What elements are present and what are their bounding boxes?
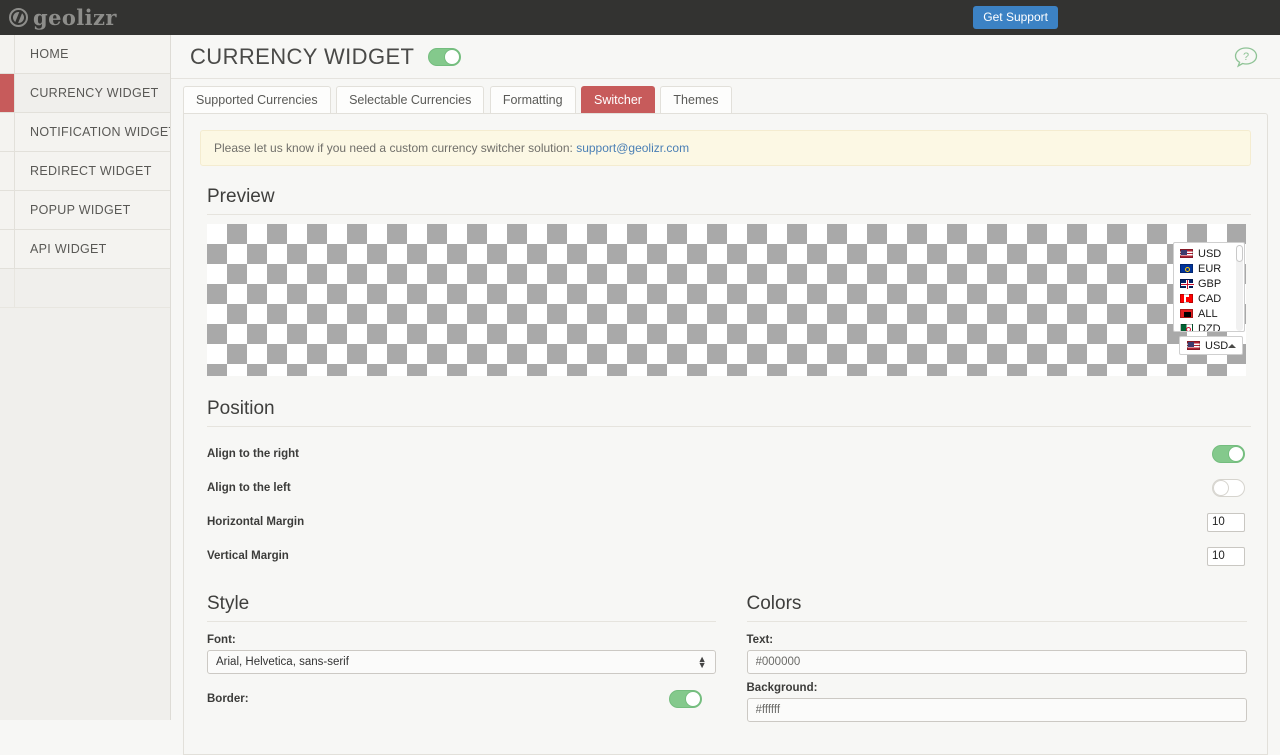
text-color-label: Text: bbox=[746, 634, 774, 646]
currency-code: CAD bbox=[1198, 292, 1222, 305]
sidebar-item-notification-widget[interactable]: NOTIFICATION WIDGET bbox=[0, 113, 170, 152]
currency-code: EUR bbox=[1198, 262, 1222, 275]
flag-icon-eur bbox=[1180, 264, 1193, 273]
flag-icon-usd bbox=[1187, 341, 1200, 350]
tab-switcher[interactable]: Switcher bbox=[581, 86, 655, 113]
sidebar-item-redirect-widget[interactable]: REDIRECT WIDGET bbox=[0, 152, 170, 191]
style-section-title: Style bbox=[207, 593, 716, 622]
support-email-link[interactable]: support@geolizr.com bbox=[576, 141, 689, 155]
position-row-align-left: Align to the left bbox=[207, 471, 1251, 505]
page-title: CURRENCY WIDGET bbox=[190, 43, 415, 69]
caret-up-icon bbox=[1228, 344, 1236, 348]
field-label: Align to the right bbox=[207, 448, 299, 460]
tab-selectable-currencies[interactable]: Selectable Currencies bbox=[336, 86, 485, 113]
toggle-knob bbox=[1228, 446, 1244, 462]
text-color-input[interactable] bbox=[746, 650, 1247, 674]
flag-icon-usd bbox=[1180, 249, 1193, 258]
currency-code: DZD bbox=[1198, 322, 1221, 332]
field-label: Horizontal Margin bbox=[207, 516, 305, 528]
font-select-value: Arial, Helvetica, sans-serif bbox=[216, 656, 349, 668]
notice-text: Please let us know if you need a custom … bbox=[214, 141, 577, 155]
vertical-margin-input[interactable] bbox=[1207, 546, 1245, 566]
border-toggle[interactable] bbox=[668, 689, 702, 708]
style-column: Style Font: Arial, Helvetica, sans-serif… bbox=[200, 579, 726, 722]
flag-icon-dzd bbox=[1180, 324, 1193, 331]
app-logo[interactable]: geolizr bbox=[9, 0, 117, 35]
sidebar-item-label: NOTIFICATION WIDGET bbox=[30, 125, 170, 139]
toggle-knob bbox=[684, 690, 701, 707]
border-label: Border: bbox=[207, 693, 249, 705]
currency-code: USD bbox=[1198, 247, 1222, 260]
sidebar-item-popup-widget[interactable]: POPUP WIDGET bbox=[0, 191, 170, 230]
currency-option[interactable]: EUR bbox=[1174, 261, 1244, 276]
position-row-vertical-margin: Vertical Margin bbox=[207, 539, 1251, 573]
currency-dropdown-list[interactable]: USD EUR GBP CAD ALL DZD bbox=[1173, 242, 1245, 332]
globe-icon bbox=[9, 8, 28, 27]
page-header: CURRENCY WIDGET ? bbox=[171, 35, 1280, 79]
flag-icon-gbp bbox=[1180, 279, 1194, 289]
currency-code: ALL bbox=[1198, 307, 1218, 320]
sidebar-item-label: API WIDGET bbox=[30, 242, 107, 256]
sidebar-item-label: CURRENCY WIDGET bbox=[30, 86, 159, 100]
question-bubble-icon[interactable]: ? bbox=[1234, 46, 1258, 68]
settings-panel: Please let us know if you need a custom … bbox=[183, 113, 1268, 755]
sidebar-item-label: HOME bbox=[30, 47, 69, 61]
colors-section-title: Colors bbox=[746, 593, 1247, 622]
get-support-button[interactable]: Get Support bbox=[973, 6, 1058, 29]
toggle-knob bbox=[444, 48, 461, 65]
top-bar: geolizr Get Support bbox=[0, 0, 1280, 35]
style-colors-columns: Style Font: Arial, Helvetica, sans-serif… bbox=[200, 579, 1251, 722]
preview-section-title: Preview bbox=[207, 186, 1251, 215]
toggle-knob bbox=[1213, 480, 1229, 496]
sidebar-item-currency-widget[interactable]: CURRENCY WIDGET bbox=[0, 74, 170, 113]
field-label: Align to the left bbox=[207, 482, 291, 494]
font-label: Font: bbox=[207, 634, 236, 646]
position-row-align-right: Align to the right bbox=[207, 437, 1251, 471]
dropdown-scrollbar-thumb[interactable] bbox=[1236, 245, 1243, 262]
currency-selector-button[interactable]: USD bbox=[1179, 336, 1243, 355]
sidebar-item-label: REDIRECT WIDGET bbox=[30, 164, 152, 178]
tab-themes[interactable]: Themes bbox=[660, 86, 732, 113]
font-select[interactable]: Arial, Helvetica, sans-serif ▲ ▼ bbox=[207, 650, 716, 674]
currency-option[interactable]: ALL bbox=[1174, 306, 1244, 321]
sidebar-item-label: POPUP WIDGET bbox=[30, 203, 131, 217]
svg-text:?: ? bbox=[1243, 51, 1249, 63]
position-row-horizontal-margin: Horizontal Margin bbox=[207, 505, 1251, 539]
currency-option[interactable]: USD bbox=[1174, 246, 1244, 261]
widget-preview-canvas: USD EUR GBP CAD ALL DZD USD bbox=[207, 224, 1246, 376]
tab-bar: Supported Currencies Selectable Currenci… bbox=[171, 79, 1280, 113]
select-arrows-icon: ▲ ▼ bbox=[697, 654, 707, 670]
sidebar-item-api-widget[interactable]: API WIDGET bbox=[0, 230, 170, 269]
dropdown-scrollbar[interactable] bbox=[1236, 245, 1243, 331]
horizontal-margin-input[interactable] bbox=[1207, 512, 1245, 532]
selected-currency-code: USD bbox=[1205, 339, 1229, 352]
sidebar-item-home[interactable]: HOME bbox=[0, 35, 170, 74]
sidebar-filler bbox=[0, 269, 170, 308]
background-color-input[interactable] bbox=[746, 698, 1247, 722]
tab-supported-currencies[interactable]: Supported Currencies bbox=[183, 86, 331, 113]
background-color-label: Background: bbox=[746, 682, 818, 694]
align-right-toggle[interactable] bbox=[1212, 445, 1245, 463]
border-row: Border: bbox=[207, 688, 716, 710]
currency-option[interactable]: CAD bbox=[1174, 291, 1244, 306]
info-notice: Please let us know if you need a custom … bbox=[200, 130, 1251, 166]
flag-icon-all bbox=[1180, 309, 1193, 318]
currency-option[interactable]: DZD bbox=[1174, 321, 1244, 332]
align-left-toggle[interactable] bbox=[1212, 479, 1245, 497]
currency-code: GBP bbox=[1198, 277, 1222, 290]
colors-column: Colors Text: Background: bbox=[726, 579, 1252, 722]
currency-option[interactable]: GBP bbox=[1174, 276, 1244, 291]
position-section-title: Position bbox=[207, 398, 1251, 427]
field-label: Vertical Margin bbox=[207, 550, 289, 562]
widget-enable-toggle[interactable] bbox=[428, 47, 462, 66]
tab-formatting[interactable]: Formatting bbox=[489, 86, 576, 113]
sidebar-nav: HOME CURRENCY WIDGET NOTIFICATION WIDGET… bbox=[0, 35, 171, 720]
logo-text: geolizr bbox=[33, 5, 117, 30]
main-content: CURRENCY WIDGET ? Supported Currencies S… bbox=[171, 35, 1280, 755]
flag-icon-cad bbox=[1180, 294, 1193, 303]
